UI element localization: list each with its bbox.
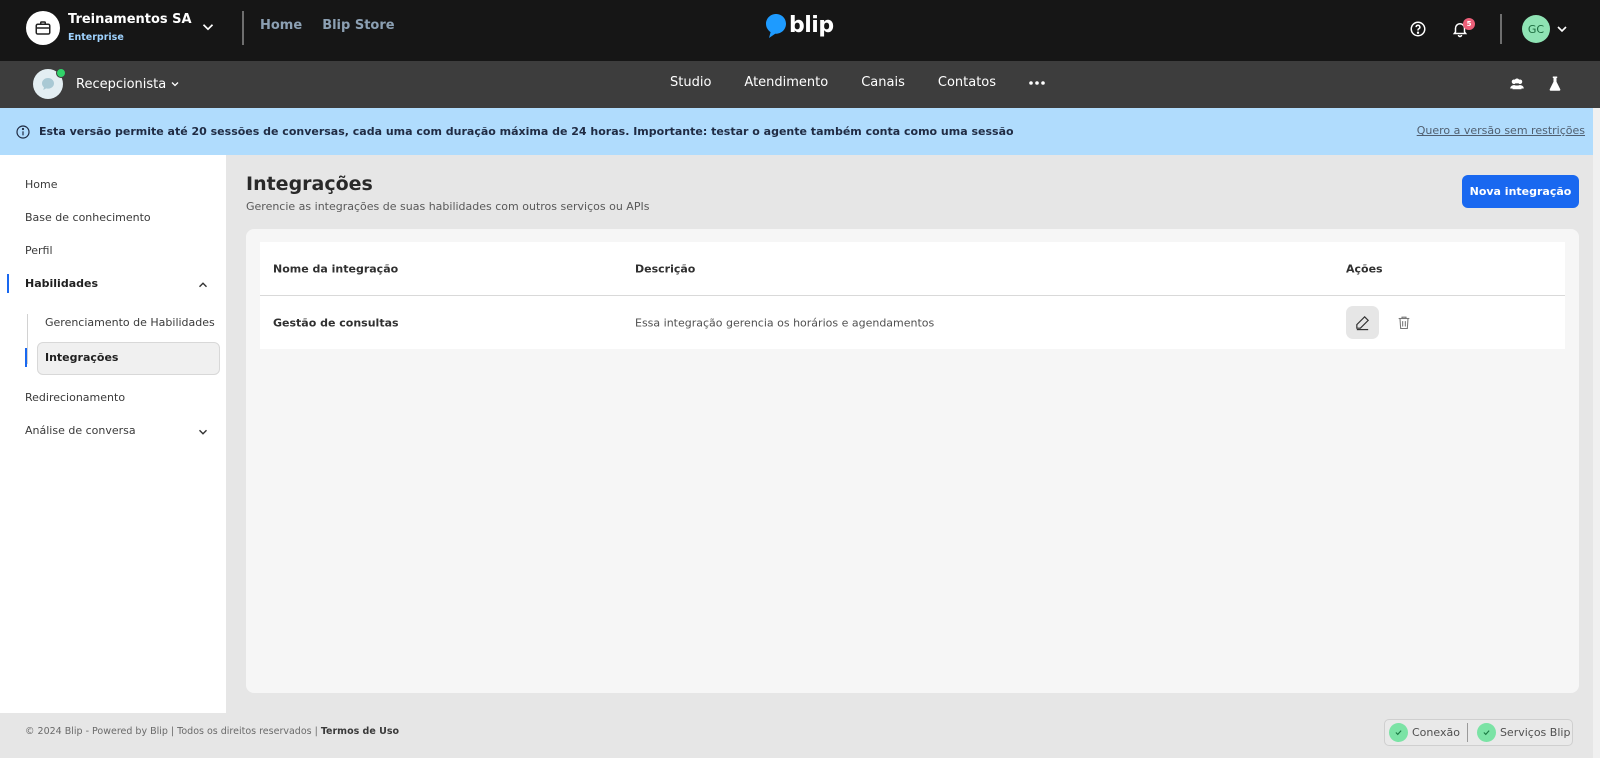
brand-name: blip (789, 13, 834, 38)
integration-description: Essa integração gerencia os horários e a… (635, 316, 935, 329)
chevron-down-icon[interactable] (199, 18, 217, 36)
active-indicator (7, 274, 9, 293)
tab-contatos[interactable]: Contatos (938, 75, 996, 90)
edit-button[interactable] (1346, 306, 1379, 339)
status-connection-label: Conexão (1412, 726, 1460, 739)
divider (1466, 723, 1468, 742)
pencil-icon (1356, 315, 1370, 331)
delete-button[interactable] (1387, 306, 1420, 339)
divider (242, 11, 244, 45)
banner-message: Esta versão permite até 20 sessões de co… (39, 125, 1014, 138)
info-icon (15, 124, 31, 140)
organization-plan: Enterprise (68, 31, 124, 43)
top-bar: Treinamentos SA Enterprise Home Blip Sto… (0, 0, 1600, 61)
bot-avatar (33, 68, 66, 99)
scrollbar[interactable] (1593, 108, 1600, 758)
tab-canais[interactable]: Canais (861, 75, 905, 90)
sidebar-subitem-integracoes[interactable]: Integrações (45, 351, 118, 364)
sidebar-item-habilidades[interactable]: Habilidades (25, 277, 98, 290)
more-icon[interactable] (1029, 80, 1045, 86)
chevron-down-icon[interactable] (196, 424, 210, 438)
sidebar-item-home[interactable]: Home (25, 178, 57, 191)
integrations-panel: Nome da integração Descrição Ações Gestã… (246, 229, 1579, 693)
unrestricted-version-link[interactable]: Quero a versão sem restrições (1417, 124, 1585, 137)
blip-logo[interactable]: blip (765, 13, 834, 39)
chevron-up-icon[interactable] (196, 277, 210, 291)
check-icon (1476, 723, 1496, 742)
help-icon[interactable] (1406, 17, 1430, 41)
bot-navigation: Studio Atendimento Canais Contatos (670, 75, 1045, 90)
blip-bubble-icon (766, 14, 786, 38)
terms-link[interactable]: Termos de Uso (321, 726, 399, 737)
online-indicator (56, 68, 66, 78)
chevron-down-icon (171, 82, 179, 87)
tab-atendimento[interactable]: Atendimento (744, 75, 828, 90)
status-services: Serviços Blip (1475, 723, 1571, 742)
table-header: Nome da integração Descrição Ações (260, 242, 1565, 296)
flask-icon[interactable] (1546, 75, 1564, 97)
nav-blip-store-link[interactable]: Blip Store (322, 18, 394, 33)
nav-home-link[interactable]: Home (260, 18, 302, 33)
chat-bubble-icon (42, 78, 54, 90)
column-header-name: Nome da integração (273, 262, 399, 275)
sidebar-subitem-gerenciamento[interactable]: Gerenciamento de Habilidades (45, 316, 215, 329)
status-services-label: Serviços Blip (1499, 726, 1571, 739)
integration-name: Gestão de consultas (273, 316, 399, 329)
service-status: Conexão Serviços Blip (1384, 719, 1573, 746)
submenu-guide-line (27, 314, 28, 364)
bot-selector[interactable]: Recepcionista (33, 68, 181, 99)
user-avatar[interactable]: GC (1522, 15, 1550, 43)
tab-studio[interactable]: Studio (670, 75, 711, 90)
top-navigation: Home Blip Store (260, 18, 395, 33)
sidebar-item-perfil[interactable]: Perfil (25, 244, 53, 257)
chevron-down-icon[interactable] (1554, 21, 1570, 37)
footer-copyright: © 2024 Blip - Powered by Blip | Todos os… (25, 726, 399, 737)
organization-selector[interactable]: Treinamentos SA Enterprise (26, 11, 192, 45)
divider (1500, 14, 1502, 44)
sidebar-item-redirecionamento[interactable]: Redirecionamento (25, 391, 125, 404)
integrations-table: Nome da integração Descrição Ações Gestã… (260, 242, 1565, 349)
status-connection: Conexão (1387, 723, 1460, 742)
briefcase-icon (26, 11, 60, 45)
column-header-actions: Ações (1346, 262, 1383, 275)
trash-icon (1398, 316, 1409, 330)
page-title: Integrações (246, 173, 373, 195)
check-icon (1389, 723, 1408, 742)
page-subtitle: Gerencie as integrações de suas habilida… (246, 200, 650, 213)
sidebar: Home Base de conhecimento Perfil Habilid… (0, 155, 226, 713)
bot-name: Recepcionista (76, 76, 167, 92)
organization-name: Treinamentos SA (68, 11, 192, 27)
info-banner: Esta versão permite até 20 sessões de co… (0, 108, 1600, 155)
sidebar-item-analise-conversa[interactable]: Análise de conversa (25, 424, 136, 437)
new-integration-button[interactable]: Nova integração (1462, 175, 1579, 208)
team-icon[interactable] (1508, 75, 1526, 97)
table-row: Gestão de consultas Essa integração gere… (260, 296, 1565, 349)
copyright-text: © 2024 Blip - Powered by Blip | Todos os… (25, 726, 321, 737)
notification-badge: 5 (1463, 18, 1475, 30)
bot-bar: Recepcionista Studio Atendimento Canais … (0, 61, 1600, 108)
column-header-description: Descrição (635, 262, 696, 275)
active-indicator (25, 348, 27, 367)
sidebar-item-base-conhecimento[interactable]: Base de conhecimento (25, 211, 151, 224)
bell-icon[interactable]: 5 (1448, 17, 1475, 41)
